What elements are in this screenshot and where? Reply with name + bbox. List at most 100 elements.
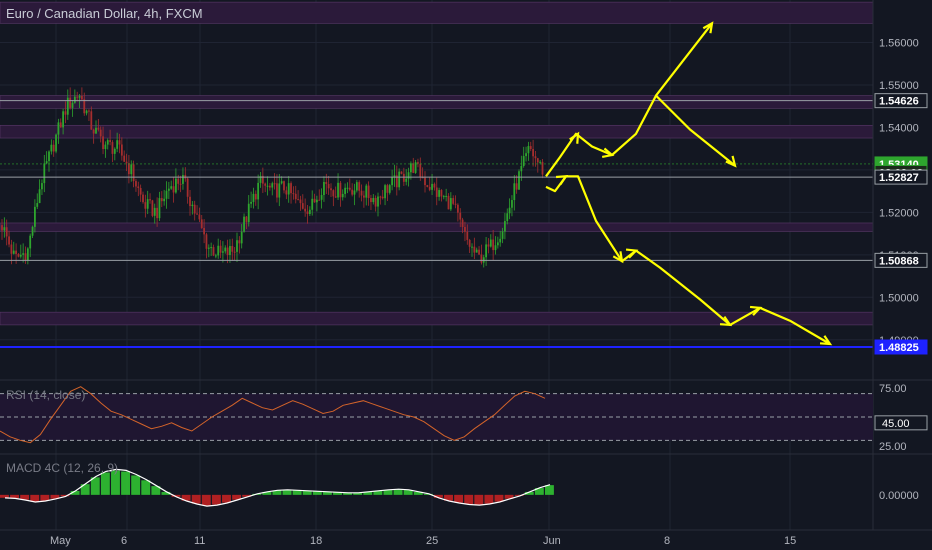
- candle-body: [501, 231, 504, 239]
- candle-body: [264, 183, 267, 186]
- macd-histogram-bar: [100, 472, 110, 495]
- candle-body: [452, 198, 455, 204]
- candle-body: [165, 190, 168, 199]
- candle-body: [536, 158, 539, 163]
- candle-body: [515, 183, 518, 190]
- candle-body: [417, 162, 419, 164]
- candle-body: [353, 190, 356, 195]
- candle-body: [193, 204, 196, 214]
- candle-body: [370, 198, 372, 203]
- candle-body: [297, 199, 299, 201]
- candle-body: [285, 190, 288, 195]
- candle-body: [480, 254, 483, 263]
- candle-body: [280, 181, 283, 184]
- candle-body: [301, 203, 304, 209]
- candle-body: [198, 214, 201, 220]
- macd-histogram-bar: [30, 494, 40, 502]
- macd-tick-label: 0.00000: [879, 490, 919, 502]
- candle-body: [41, 183, 43, 190]
- candle-body: [142, 194, 144, 203]
- candle-body: [90, 111, 93, 130]
- candle-body: [351, 189, 354, 195]
- candle-body: [59, 122, 62, 128]
- time-axis-label: 6: [121, 535, 127, 547]
- candle-body: [384, 185, 386, 199]
- macd-histogram-bar: [545, 485, 554, 495]
- candle-body: [160, 198, 163, 202]
- candle-body: [97, 127, 100, 130]
- chart-background: [0, 0, 932, 550]
- candle-body: [266, 185, 269, 187]
- price-label: 1.54626: [879, 96, 919, 108]
- candle-body: [76, 96, 79, 98]
- time-axis-label: 15: [784, 535, 796, 547]
- candle-body: [217, 245, 220, 256]
- candle-body: [158, 198, 161, 219]
- candle-body: [316, 199, 318, 203]
- candle-body: [438, 190, 440, 197]
- candle-body: [19, 254, 22, 257]
- candle-body: [69, 97, 72, 108]
- candle-body: [102, 136, 104, 150]
- candle-body: [294, 193, 297, 200]
- candle-body: [26, 248, 29, 261]
- candle-body: [29, 235, 32, 249]
- macd-histogram-bar: [222, 494, 231, 503]
- candle-body: [252, 193, 255, 202]
- candle-body: [109, 140, 111, 143]
- candle-body: [104, 144, 107, 150]
- candle-body: [320, 195, 323, 200]
- candle-body: [71, 102, 74, 108]
- candle-body: [381, 196, 384, 199]
- candle-body: [34, 206, 36, 227]
- rsi-pane-label: RSI (14, close): [6, 388, 86, 402]
- candle-body: [344, 187, 346, 194]
- candle-body: [278, 183, 281, 198]
- candle-body: [304, 208, 307, 212]
- macd-histogram-bar: [131, 475, 141, 495]
- macd-histogram-bar: [302, 490, 312, 495]
- candle-body: [254, 193, 257, 200]
- time-axis-label: Jun: [543, 535, 561, 547]
- candle-body: [492, 239, 495, 251]
- candle-body: [233, 251, 236, 253]
- candle-body: [269, 185, 271, 188]
- candle-body: [55, 134, 57, 152]
- macd-histogram-bar: [0, 494, 9, 498]
- candle-body: [539, 161, 542, 163]
- candle-body: [62, 111, 64, 128]
- candle-body: [95, 127, 97, 134]
- candle-body: [5, 227, 8, 237]
- chart-canvas[interactable]: 1.560001.550001.540001.530001.520001.510…: [0, 0, 932, 550]
- candle-body: [17, 253, 20, 257]
- candle-body: [78, 95, 81, 98]
- candle-body: [525, 153, 527, 157]
- candle-body: [377, 196, 379, 207]
- candle-body: [332, 190, 335, 197]
- candle-body: [337, 182, 339, 198]
- candle-body: [431, 183, 433, 190]
- candle-body: [355, 182, 358, 191]
- candle-body: [487, 244, 490, 247]
- candle-body: [99, 129, 102, 137]
- price-label: 1.52827: [879, 172, 919, 184]
- candle-body: [1, 225, 3, 231]
- candle-body: [177, 178, 180, 184]
- candle-body: [508, 207, 511, 214]
- candle-body: [57, 122, 60, 135]
- candle-body: [36, 203, 39, 207]
- candle-body: [419, 163, 422, 178]
- candle-body: [424, 177, 426, 186]
- candle-body: [386, 185, 389, 193]
- candle-body: [318, 199, 321, 201]
- candle-body: [334, 196, 337, 198]
- candle-body: [426, 185, 429, 187]
- candle-body: [374, 197, 377, 207]
- candle-body: [499, 238, 502, 243]
- candle-body: [410, 163, 412, 173]
- candle-body: [189, 196, 191, 207]
- macd-histogram-bar: [484, 494, 494, 504]
- candle-body: [182, 175, 184, 184]
- candle-body: [391, 177, 393, 186]
- candle-body: [175, 178, 177, 193]
